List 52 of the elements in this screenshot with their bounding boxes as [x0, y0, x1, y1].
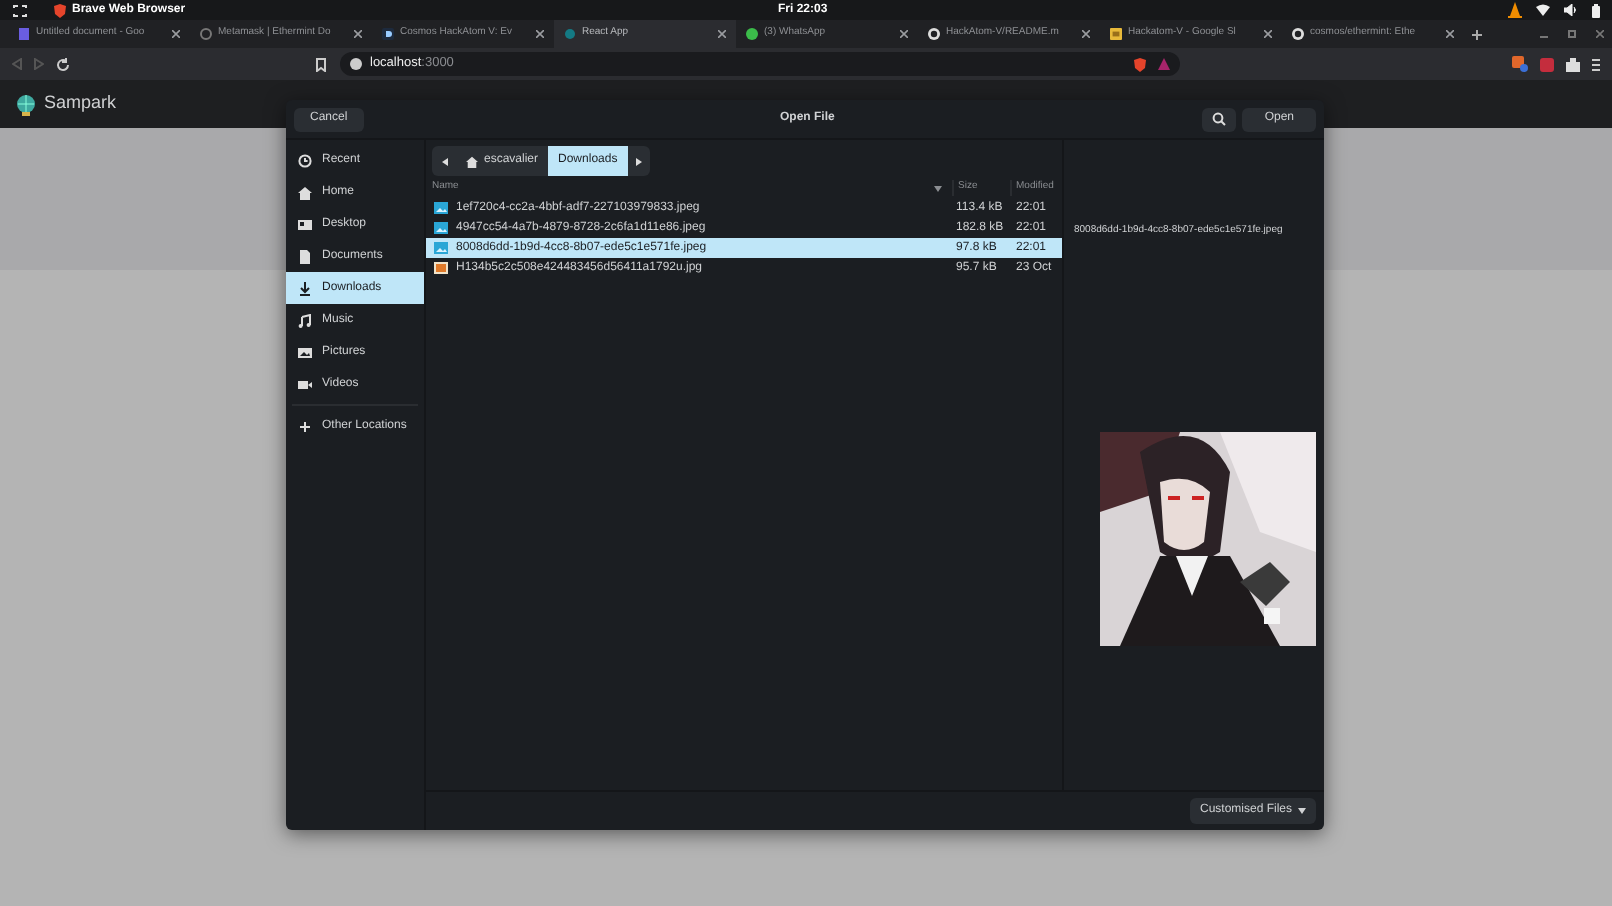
bookmark-icon[interactable]: [316, 57, 326, 71]
reload-icon[interactable]: [56, 57, 70, 71]
chat-icon: [746, 28, 758, 40]
document-icon: [18, 28, 30, 40]
back-button[interactable]: [432, 146, 456, 176]
letter-icon: [382, 28, 394, 40]
sort-icon[interactable]: [934, 185, 942, 191]
close-icon[interactable]: [1596, 30, 1604, 38]
house-icon: [298, 185, 312, 199]
camera-icon: [298, 377, 312, 391]
search-button[interactable]: [1202, 107, 1237, 131]
forward-button[interactable]: [627, 146, 650, 176]
menu-icon[interactable]: [1592, 57, 1600, 71]
search-icon: [1212, 112, 1227, 126]
info-icon[interactable]: [350, 58, 362, 70]
shield-icon[interactable]: [1134, 57, 1146, 71]
maximize-icon[interactable]: [1568, 30, 1576, 38]
close-icon[interactable]: [718, 30, 726, 38]
desktop-icon: [298, 217, 312, 231]
triangle-icon[interactable]: [1158, 58, 1170, 70]
document-icon: [298, 249, 312, 263]
house-icon: [466, 155, 478, 167]
app-title: Sampark: [44, 90, 117, 117]
volume-icon[interactable]: [1564, 4, 1578, 16]
minimize-icon[interactable]: [1540, 30, 1548, 38]
image-file-icon: [434, 222, 448, 234]
cone-icon[interactable]: [1508, 2, 1522, 18]
close-icon[interactable]: [1446, 30, 1454, 38]
close-icon[interactable]: [900, 30, 908, 38]
close-icon[interactable]: [1264, 30, 1272, 38]
image-file-icon: [434, 242, 448, 254]
clock-icon: [298, 153, 312, 167]
caret-icon: [1298, 808, 1306, 814]
image-file-icon: [434, 262, 448, 274]
wifi-icon[interactable]: [1536, 4, 1550, 16]
close-icon[interactable]: [536, 30, 544, 38]
left-arrow-icon: [441, 157, 447, 165]
plus-icon: [298, 419, 312, 433]
close-icon[interactable]: [1082, 30, 1090, 38]
battery-icon[interactable]: [1592, 3, 1600, 17]
close-icon[interactable]: [354, 30, 362, 38]
image-icon: [298, 345, 312, 359]
extension-icon[interactable]: [1540, 57, 1554, 71]
new-tab-icon[interactable]: [1472, 29, 1482, 39]
extension-icon[interactable]: [1512, 56, 1528, 72]
right-arrow-icon: [635, 157, 642, 165]
image-file-icon: [434, 202, 448, 214]
music-note-icon: [298, 313, 312, 327]
download-icon: [298, 281, 312, 295]
close-icon[interactable]: [172, 30, 180, 38]
activities-icon[interactable]: [12, 3, 28, 17]
slides-icon: [1110, 28, 1122, 40]
